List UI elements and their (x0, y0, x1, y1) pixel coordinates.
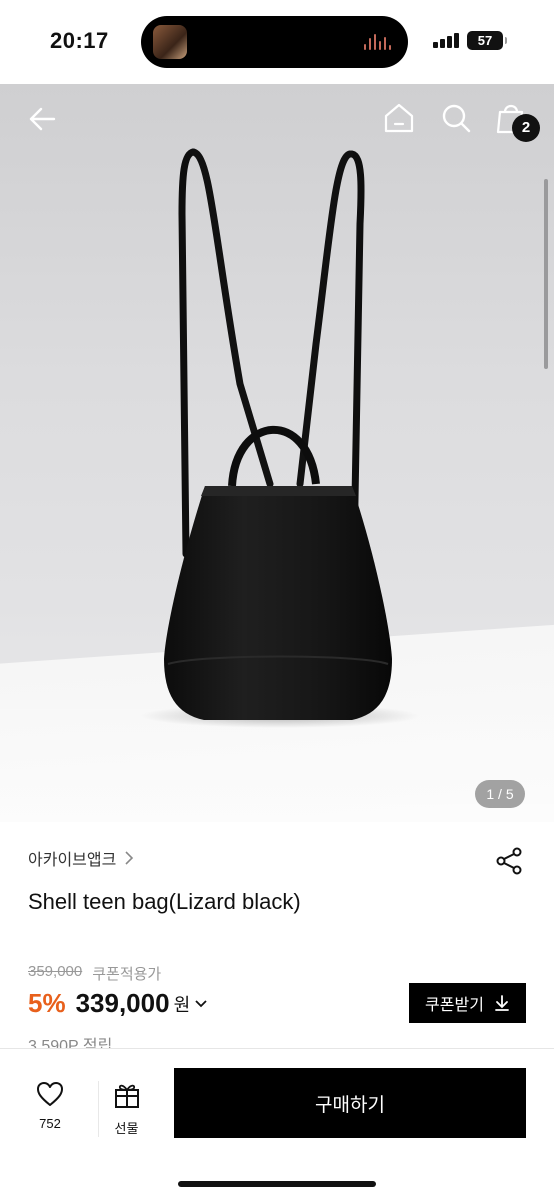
currency-label: 원 (173, 994, 191, 1015)
audio-waveform-icon (364, 34, 394, 50)
chevron-down-icon[interactable] (194, 999, 208, 1009)
image-pager: 1 / 5 (475, 780, 525, 808)
cart-count-badge: 2 (512, 114, 540, 142)
brand-name: 아카이브앱크 (28, 852, 117, 869)
product-title: Shell teen bag(Lizard black) (28, 889, 301, 914)
sale-price: 339,000 (75, 988, 170, 1018)
gift-label: 선물 (114, 1121, 139, 1136)
heart-icon (37, 1082, 63, 1106)
product-image-gallery[interactable]: 2 1 / 5 (0, 84, 554, 822)
search-icon[interactable] (440, 102, 472, 134)
cellular-signal-icon (433, 32, 461, 48)
status-bar: 20:17 57 (0, 0, 554, 84)
product-photo-backpack (140, 148, 420, 728)
buy-button[interactable]: 구매하기 (174, 1068, 526, 1138)
get-coupon-label: 쿠폰받기 (425, 997, 484, 1014)
status-time: 20:17 (50, 28, 109, 53)
coupon-price-note: 쿠폰적용가 (92, 966, 162, 983)
back-arrow-icon[interactable] (28, 104, 58, 134)
like-count: 752 (39, 1116, 61, 1131)
download-icon (495, 995, 509, 1011)
share-icon[interactable] (494, 846, 524, 876)
brand-link[interactable]: 아카이브앱크 (28, 846, 134, 870)
page-scrollbar[interactable] (544, 179, 548, 369)
now-playing-artwork (153, 25, 187, 59)
home-indicator (178, 1181, 376, 1187)
original-price: 359,000 (28, 963, 83, 980)
price-row[interactable]: 5% 339,000 원 (28, 988, 208, 1019)
gift-icon (114, 1084, 139, 1108)
dynamic-island[interactable] (141, 16, 408, 68)
gift-button[interactable]: 선물 (98, 1081, 154, 1137)
original-price-row: 359,000 쿠폰적용가 (28, 963, 161, 984)
chevron-right-icon (125, 851, 134, 865)
home-icon[interactable] (383, 102, 415, 134)
discount-rate: 5% (28, 988, 66, 1018)
battery-indicator: 57 (467, 31, 507, 50)
get-coupon-button[interactable]: 쿠폰받기 (409, 983, 526, 1023)
like-button[interactable]: 752 (22, 1081, 78, 1131)
image-toolbar: 2 (0, 84, 554, 164)
bottom-action-bar: 752 선물 구매하기 (0, 1048, 554, 1200)
